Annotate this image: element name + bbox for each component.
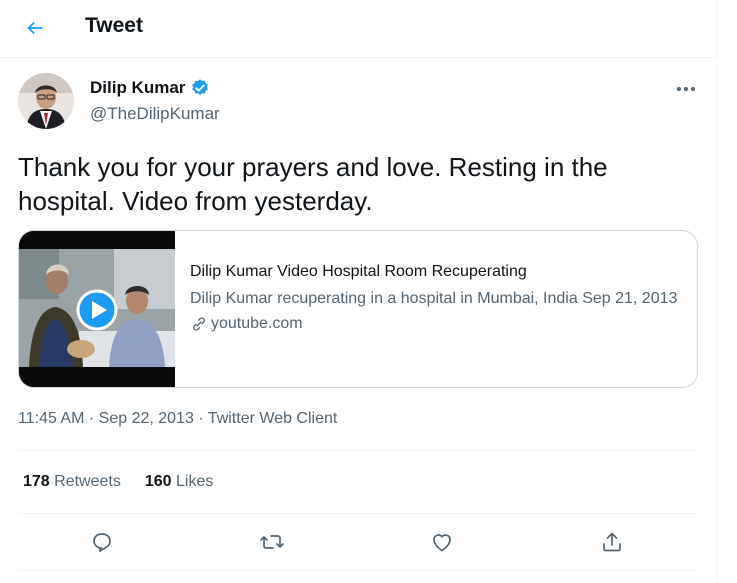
author-name[interactable]: Dilip Kumar: [90, 78, 185, 98]
tweet-meta: 11:45 AM · Sep 22, 2013 · Twitter Web Cl…: [18, 410, 337, 428]
reply-icon: [93, 533, 111, 552]
video-thumbnail[interactable]: [19, 231, 175, 387]
retweets-label: Retweets: [54, 473, 121, 490]
card-domain[interactable]: youtube.com: [211, 315, 303, 333]
tweet-client[interactable]: Twitter Web Client: [208, 410, 338, 427]
retweet-button[interactable]: [252, 522, 292, 562]
card-description: Dilip Kumar recuperating in a hospital i…: [190, 290, 678, 307]
card-domain-row[interactable]: youtube.com: [190, 315, 680, 333]
divider: [18, 513, 696, 514]
share-icon: [603, 532, 621, 552]
likes-stat[interactable]: 160 Likes: [145, 473, 214, 491]
back-arrow-icon: [27, 21, 43, 35]
meta-separator: ·: [198, 410, 204, 427]
reply-button[interactable]: [82, 522, 122, 562]
tweet-date[interactable]: Sep 22, 2013: [99, 410, 194, 427]
share-button[interactable]: [592, 522, 632, 562]
author-name-row[interactable]: Dilip Kumar: [90, 78, 210, 98]
meta-separator: ·: [88, 410, 95, 427]
verified-badge-icon: [192, 79, 209, 95]
play-icon[interactable]: [76, 289, 118, 331]
avatar[interactable]: [18, 73, 74, 129]
tweet-text: Thank you for your prayers and love. Res…: [18, 152, 608, 216]
retweets-stat[interactable]: 178 Retweets: [23, 473, 121, 491]
more-button[interactable]: [672, 76, 700, 102]
header: Tweet: [0, 0, 716, 58]
like-icon: [433, 534, 451, 552]
divider: [18, 570, 696, 571]
card-title[interactable]: Dilip Kumar Video Hospital Room Recupera…: [190, 261, 680, 283]
tweet-stats: 178 Retweets 160 Likes: [23, 473, 213, 491]
link-icon: [193, 317, 205, 331]
card-text[interactable]: Dilip Kumar Video Hospital Room Recupera…: [190, 261, 680, 333]
tweet-actions: [18, 522, 696, 562]
retweets-count: 178: [23, 473, 50, 490]
author-handle[interactable]: @TheDilipKumar: [90, 104, 220, 124]
tweet-time[interactable]: 11:45 AM: [18, 410, 84, 427]
like-button[interactable]: [422, 522, 462, 562]
column-border: [716, 0, 717, 583]
avatar-image: [18, 73, 74, 129]
back-button[interactable]: [18, 11, 52, 45]
page-title: Tweet: [85, 14, 143, 37]
likes-count: 160: [144, 473, 172, 490]
more-icon: [677, 87, 695, 91]
divider: [18, 450, 696, 451]
retweet-icon: [260, 535, 284, 549]
likes-label: Likes: [176, 473, 214, 490]
link-card[interactable]: Dilip Kumar Video Hospital Room Recupera…: [18, 230, 698, 388]
